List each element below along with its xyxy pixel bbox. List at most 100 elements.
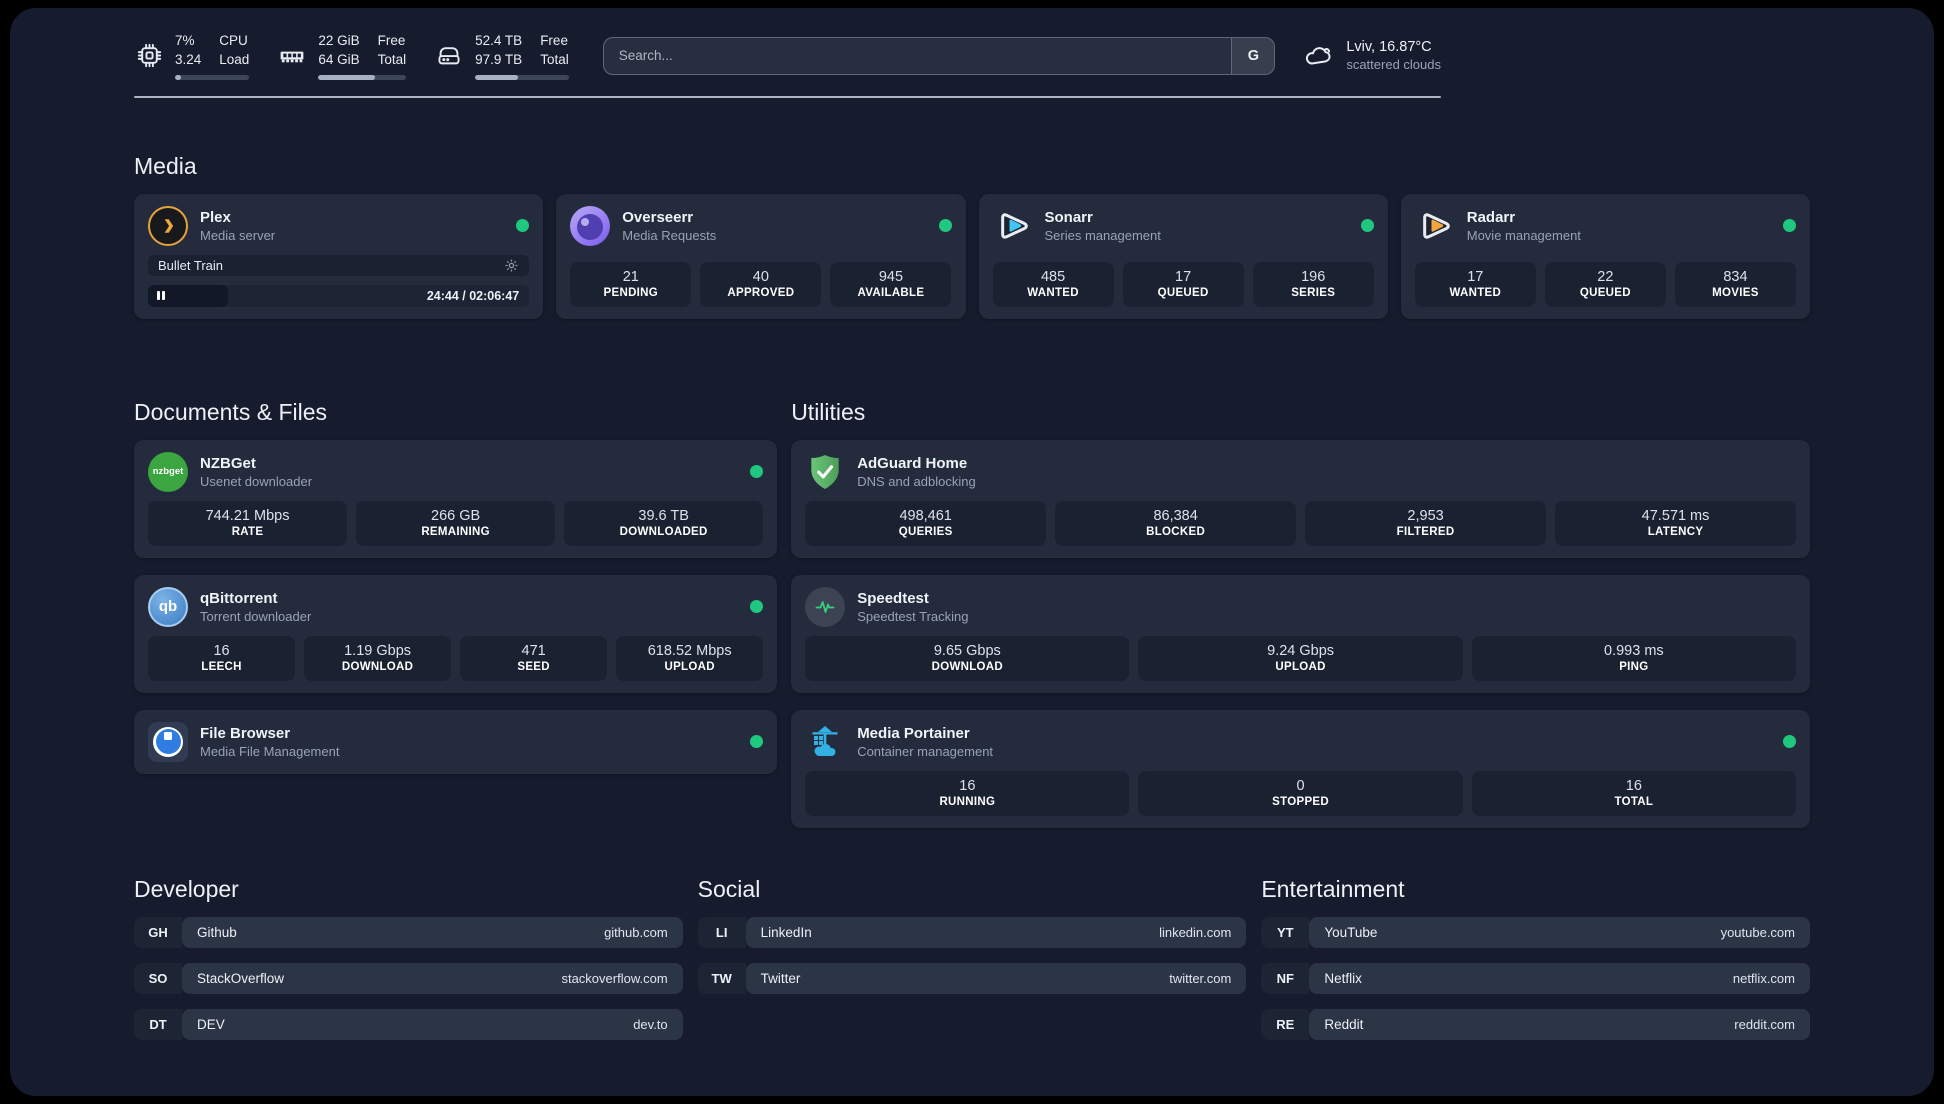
service-card-adguard[interactable]: AdGuard Home DNS and adblocking 498,461 … [791, 439, 1810, 558]
stat-label: LATENCY [1647, 525, 1704, 538]
weather-location: Lviv, 16.87°C [1346, 39, 1432, 56]
stat-overseerr-pending: 21 PENDING [570, 261, 692, 307]
gear-icon[interactable] [504, 258, 519, 273]
plex-icon [148, 205, 188, 246]
stat-value: 16 [1625, 777, 1642, 794]
stat-value: 9.65 Gbps [933, 642, 1001, 659]
service-card-qbittorrent[interactable]: qb qBittorrent Torrent downloader 16 LEE… [134, 574, 778, 693]
resource-cpu-values: 7% 3.24 [175, 33, 202, 67]
resource-memory-body: 22 GiB 64 GiB Free Total [318, 32, 407, 80]
section-title-utilities: Utilities [791, 398, 866, 425]
service-card-speedtest[interactable]: Speedtest Speedtest Tracking 9.65 Gbps D… [791, 574, 1810, 693]
stat-label: PENDING [603, 286, 659, 299]
bookmark-link-github[interactable]: GH Github github.com [134, 916, 683, 948]
service-card-sonarr[interactable]: Sonarr Series management 485 WANTED 17 Q… [978, 193, 1388, 319]
bookmark-name: StackOverflow [197, 970, 285, 986]
resource-cpu-body: 7% 3.24 CPU Load [175, 32, 250, 80]
weather-condition: scattered clouds [1346, 57, 1441, 73]
bookmark-link-netflix[interactable]: NF Netflix netflix.com [1261, 962, 1810, 994]
section-documents: Documents & Files nzbget NZBGet Usenet d… [134, 399, 778, 774]
memory-icon [277, 43, 307, 69]
stats-row: 9.65 Gbps DOWNLOAD 9.24 Gbps UPLOAD 0.99… [805, 635, 1796, 681]
bookmark-link-youtube[interactable]: YT YouTube youtube.com [1261, 916, 1810, 948]
search-bar: G [602, 36, 1276, 75]
card-header: File Browser Media File Management [148, 721, 764, 762]
stat-value: 21 [622, 268, 639, 285]
bookmark-url: github.com [604, 924, 668, 940]
stat-label: AVAILABLE [857, 286, 925, 299]
card-header: nzbget NZBGet Usenet downloader [148, 451, 764, 492]
card-titles: File Browser Media File Management [200, 725, 339, 759]
header-divider [134, 95, 1441, 98]
stats-row: 16 LEECH 1.19 Gbps DOWNLOAD 471 SEED 618… [148, 635, 764, 681]
bookmark-name: Reddit [1324, 1016, 1364, 1032]
stats-row: 17 WANTED 22 QUEUED 834 MOVIES [1414, 261, 1796, 307]
documents-cards: nzbget NZBGet Usenet downloader 744.21 M… [134, 439, 778, 774]
stat-value: 17 [1175, 268, 1192, 285]
stat-value: 86,384 [1153, 507, 1198, 524]
stat-value: 266 GB [431, 507, 481, 524]
bookmark-abbr: RE [1261, 1008, 1310, 1040]
bookmark-url: youtube.com [1720, 924, 1795, 940]
card-header: AdGuard Home DNS and adblocking [805, 452, 1796, 492]
card-header: Sonarr Series management [993, 206, 1374, 246]
service-description: Series management [1044, 227, 1161, 243]
bookmark-url: twitter.com [1169, 970, 1232, 986]
bookmark-link-stackoverflow[interactable]: SO StackOverflow stackoverflow.com [134, 962, 683, 994]
stat-value: 618.52 Mbps [647, 642, 732, 659]
bookmark-pill: Twitter twitter.com [745, 962, 1247, 994]
radarr-icon [1415, 206, 1455, 246]
service-card-filebrowser[interactable]: File Browser Media File Management [134, 709, 778, 774]
bookmark-name: Twitter [760, 970, 801, 986]
status-dot [1783, 735, 1796, 749]
adguard-icon [805, 452, 845, 492]
card-titles: Sonarr Series management [1045, 209, 1161, 243]
service-description: Speedtest Tracking [857, 608, 969, 624]
resource-memory-progressbar [318, 74, 407, 80]
resource-widgets: 7% 3.24 CPU Load 22 GiB 64 GiB Free Total 52… [134, 32, 569, 80]
bookmark-name: LinkedIn [760, 924, 812, 940]
player-bar[interactable]: 24:44 / 02:06:47 [148, 284, 530, 307]
stat-adguard-queries: 498,461 QUERIES [805, 500, 1047, 546]
bookmark-link-twitter[interactable]: TW Twitter twitter.com [697, 962, 1247, 994]
stat-radarr-movies: 834 MOVIES [1674, 261, 1796, 307]
bookmark-link-reddit[interactable]: RE Reddit reddit.com [1261, 1008, 1810, 1040]
resource-memory: 22 GiB 64 GiB Free Total [277, 32, 407, 80]
bookmark-name: DEV [197, 1016, 225, 1032]
stat-speedtest-upload: 9.24 Gbps UPLOAD [1138, 635, 1463, 681]
section-title-media: Media [134, 152, 197, 179]
stat-qbittorrent-seed: 471 SEED [460, 635, 608, 681]
service-description: Movie management [1466, 227, 1581, 243]
bookmark-link-dev[interactable]: DT DEV dev.to [134, 1008, 683, 1040]
status-dot [1783, 219, 1796, 233]
bookmark-group-social: Social LI LinkedIn linkedin.com TW Twitt… [697, 875, 1247, 1055]
service-card-radarr[interactable]: Radarr Movie management 17 WANTED 22 QUE… [1400, 193, 1810, 319]
bookmark-pill: Netflix netflix.com [1309, 962, 1810, 994]
utilities-cards: AdGuard Home DNS and adblocking 498,461 … [791, 439, 1810, 828]
pause-icon[interactable] [157, 291, 165, 301]
search-provider-button[interactable]: G [1231, 37, 1275, 74]
bookmark-abbr: YT [1261, 916, 1310, 948]
bookmark-link-linkedin[interactable]: LI LinkedIn linkedin.com [697, 916, 1247, 948]
service-card-portainer[interactable]: Media Portainer Container management 16 … [791, 709, 1810, 828]
qbittorrent-icon: qb [148, 586, 188, 627]
bookmark-url: linkedin.com [1159, 924, 1232, 940]
section-utilities: Utilities AdGuard Home DNS and adblockin… [791, 399, 1810, 828]
resource-disk-body: 52.4 TB 97.9 TB Free Total [475, 32, 569, 80]
section-media: Media Plex Media server Bullet Train 24:… [134, 153, 1810, 319]
nzbget-icon: nzbget [148, 451, 188, 492]
stat-label: WANTED [1027, 286, 1079, 299]
service-card-nzbget[interactable]: nzbget NZBGet Usenet downloader 744.21 M… [134, 439, 778, 558]
search-input[interactable] [603, 37, 1232, 74]
service-description: Media Requests [622, 227, 717, 243]
bookmark-group-title: Social [697, 875, 761, 902]
service-card-overseerr[interactable]: Overseerr Media Requests 21 PENDING 40 A… [556, 193, 966, 319]
card-header: Radarr Movie management [1415, 206, 1796, 246]
player-progress [148, 284, 228, 307]
stat-speedtest-download: 9.65 Gbps DOWNLOAD [805, 635, 1130, 681]
card-titles: Media Portainer Container management [857, 725, 993, 759]
stat-value: 0 [1296, 777, 1305, 794]
stat-portainer-total: 16 TOTAL [1471, 770, 1796, 816]
stat-label: QUERIES [898, 525, 953, 538]
service-card-plex[interactable]: Plex Media server Bullet Train 24:44 / 0… [134, 193, 544, 319]
